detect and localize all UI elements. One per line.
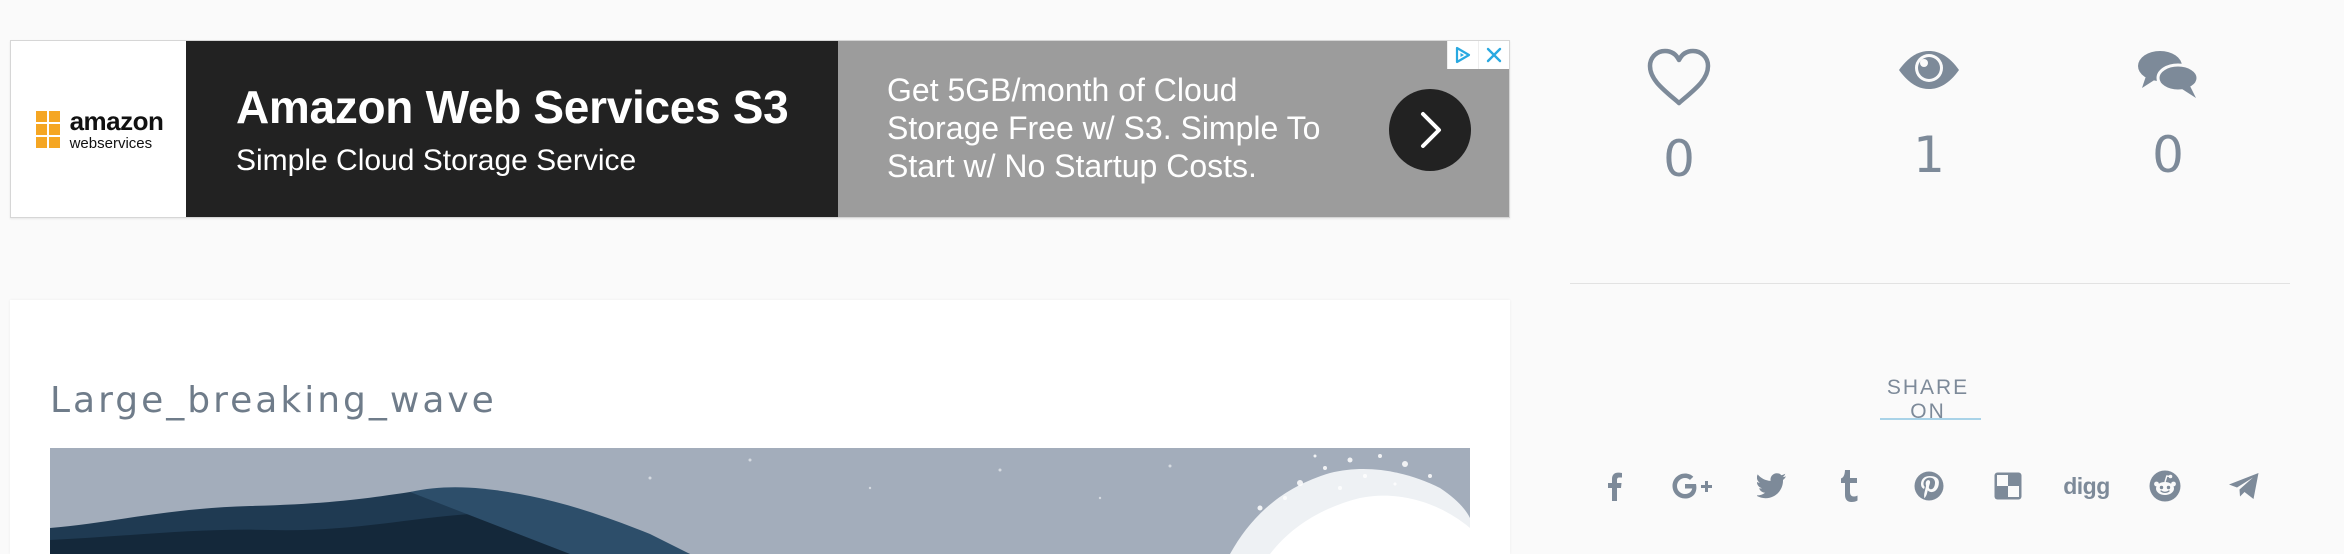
comments-stat[interactable]: 0 (2108, 48, 2228, 180)
ad-headline-panel[interactable]: Amazon Web Services S3 Simple Cloud Stor… (186, 41, 838, 217)
ad-title: Amazon Web Services S3 (236, 81, 789, 133)
aws-logo: amazon webservices (11, 41, 186, 217)
aws-logo-sub: webservices (69, 134, 153, 152)
chevron-right-icon[interactable] (1389, 89, 1471, 171)
twitter-icon[interactable] (1747, 462, 1797, 510)
ad-banner[interactable]: amazon webservices Amazon Web Services S… (10, 40, 1510, 218)
share-underline (1880, 418, 1981, 420)
views-stat: 1 (1869, 48, 1989, 180)
divider (1570, 283, 2290, 284)
pinterest-icon[interactable] (1904, 462, 1954, 510)
ad-description: Get 5GB/month of Cloud Storage Free w/ S… (887, 72, 1321, 184)
likes-count: 0 (1663, 130, 1695, 188)
aws-cubes-icon (34, 107, 64, 151)
digg-label: digg (2063, 472, 2110, 499)
tumblr-icon[interactable] (1825, 462, 1875, 510)
aws-logo-word: amazon (69, 105, 164, 136)
telegram-icon[interactable] (2219, 462, 2269, 510)
post-card: Large_breaking_wave (10, 300, 1510, 554)
delicious-icon[interactable] (1983, 462, 2033, 510)
google-plus-icon[interactable] (1668, 462, 1718, 510)
comments-count: 0 (2152, 126, 2184, 184)
heart-icon[interactable] (1619, 48, 1739, 110)
likes-stat[interactable]: 0 (1619, 48, 1739, 184)
views-count: 1 (1913, 126, 1945, 184)
post-image[interactable] (50, 448, 1470, 554)
ad-description-panel[interactable]: Get 5GB/month of Cloud Storage Free w/ S… (838, 41, 1509, 217)
share-label: SHARE ON (1886, 376, 1970, 423)
share-icons: digg (1589, 462, 2269, 510)
close-icon[interactable] (1478, 41, 1509, 69)
ad-subtitle: Simple Cloud Storage Service (236, 144, 637, 177)
post-title: Large_breaking_wave (50, 380, 497, 421)
reddit-icon[interactable] (2140, 462, 2190, 510)
facebook-icon[interactable] (1589, 462, 1639, 510)
eye-icon (1869, 48, 1989, 96)
comments-icon[interactable] (2108, 48, 2228, 100)
adchoices-icon[interactable] (1447, 41, 1478, 69)
digg-icon[interactable]: digg (2062, 462, 2112, 510)
